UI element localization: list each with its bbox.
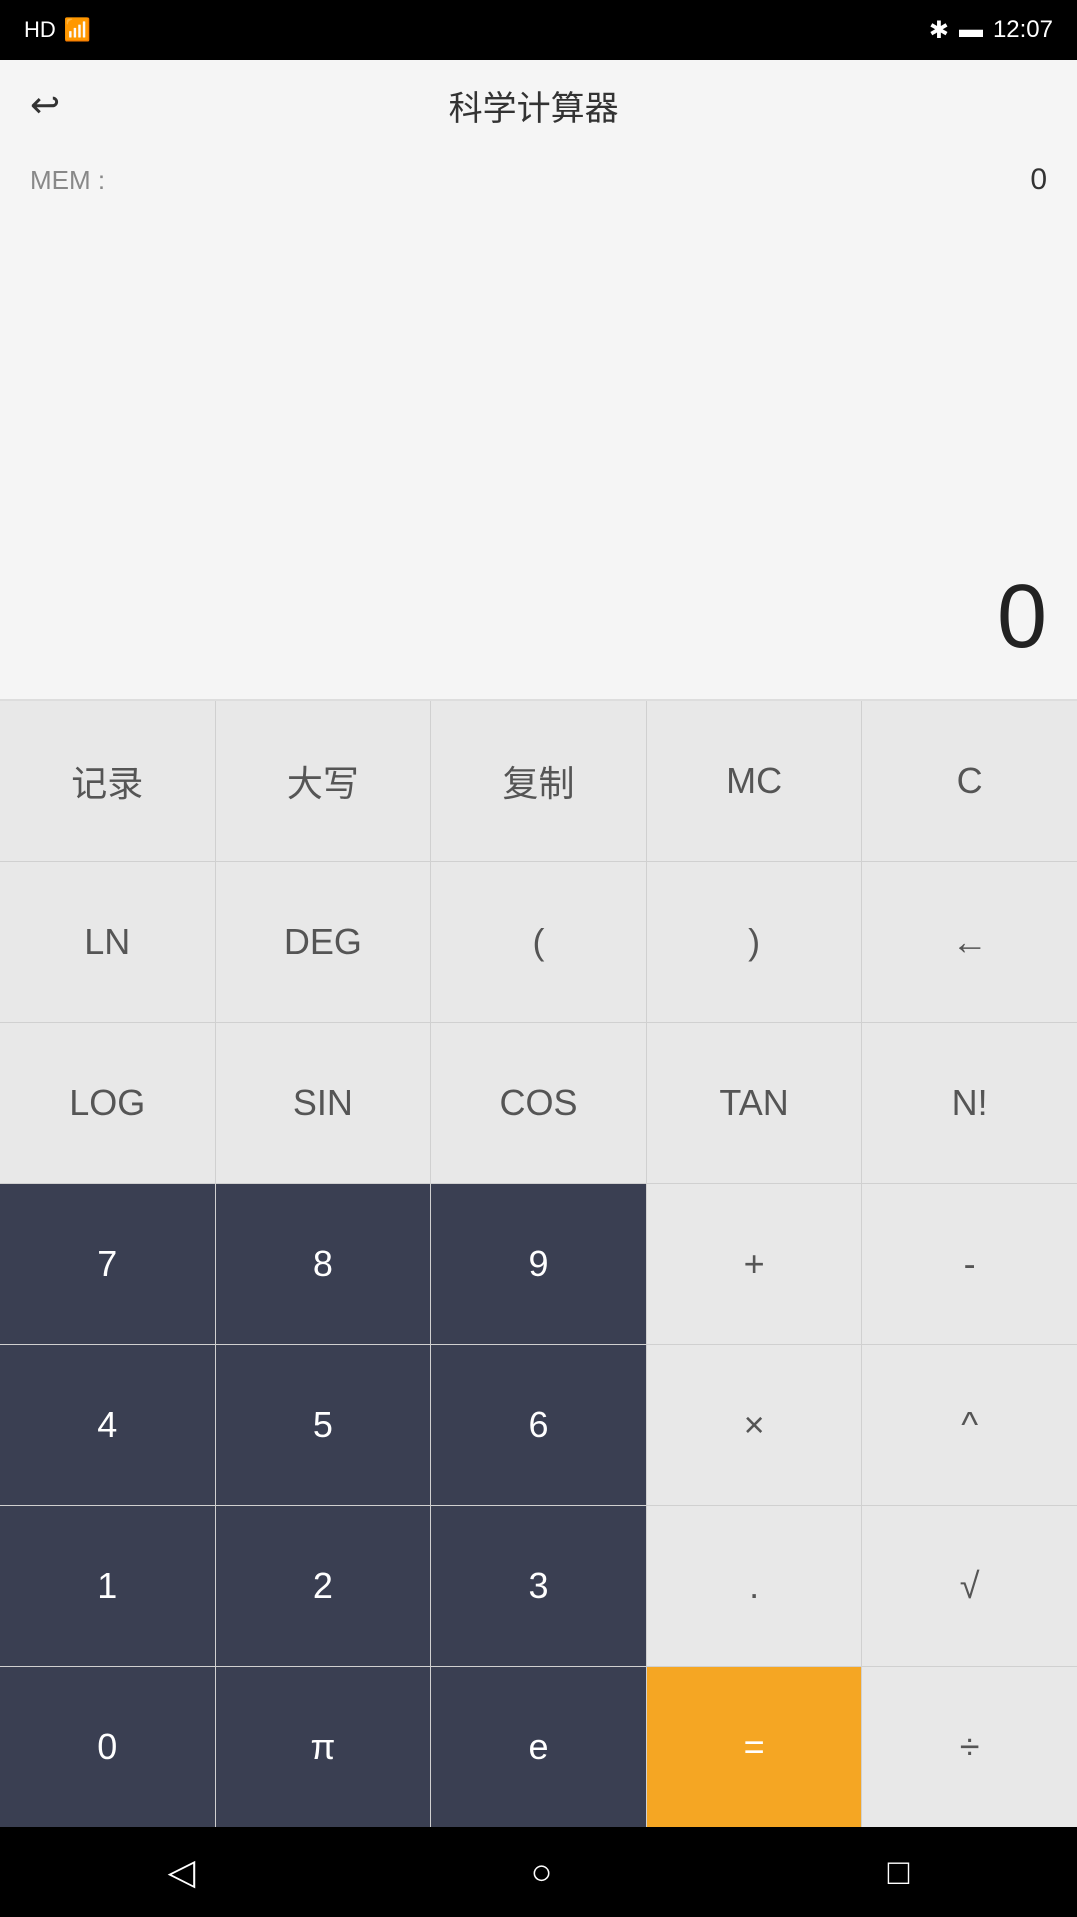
sqrt-btn[interactable]: √ [862,1506,1077,1666]
app-title: 科学计算器 [80,81,987,130]
battery-icon: ▬ [959,16,983,44]
nav-home-button[interactable]: ○ [531,1851,553,1893]
keypad-row-1: LNDEG()← [0,862,1077,1023]
nav-back-button[interactable]: ◁ [168,1851,196,1893]
right-paren-btn[interactable]: ) [647,862,863,1022]
deg-btn[interactable]: DEG [216,862,432,1022]
one-btn[interactable]: 1 [0,1506,216,1666]
status-bar: HD 📶 ✱ ▬ 12:07 [0,0,1077,60]
signal-icon: 📶 [64,17,91,43]
status-right: ✱ ▬ 12:07 [929,16,1053,45]
nav-recent-button[interactable]: □ [888,1851,910,1893]
sin-btn[interactable]: SIN [216,1023,432,1183]
clear-btn[interactable]: C [862,701,1077,861]
keypad-row-2: LOGSINCOSTANN! [0,1023,1077,1184]
memory-bar: MEM : 0 [0,150,1077,210]
minus-btn[interactable]: - [862,1184,1077,1344]
backspace-btn[interactable]: ← [862,862,1077,1022]
bluetooth-icon: ✱ [929,16,949,45]
tan-btn[interactable]: TAN [647,1023,863,1183]
divide-btn[interactable]: ÷ [862,1667,1077,1827]
five-btn[interactable]: 5 [216,1345,432,1505]
cos-btn[interactable]: COS [431,1023,647,1183]
euler-btn[interactable]: e [431,1667,647,1827]
six-btn[interactable]: 6 [431,1345,647,1505]
hd-icon: HD [24,17,56,43]
keypad-row-6: 0πe=÷ [0,1667,1077,1827]
log-btn[interactable]: LOG [0,1023,216,1183]
keypad-row-4: 456×^ [0,1345,1077,1506]
two-btn[interactable]: 2 [216,1506,432,1666]
dot-btn[interactable]: . [647,1506,863,1666]
copy-btn[interactable]: 复制 [431,701,647,861]
factorial-btn[interactable]: N! [862,1023,1077,1183]
four-btn[interactable]: 4 [0,1345,216,1505]
seven-btn[interactable]: 7 [0,1184,216,1344]
power-btn[interactable]: ^ [862,1345,1077,1505]
title-bar: ↩ 科学计算器 [0,60,1077,150]
time-display: 12:07 [993,16,1053,44]
keypad-row-0: 记录大写复制MCC [0,701,1077,862]
left-paren-btn[interactable]: ( [431,862,647,1022]
uppercase-btn[interactable]: 大写 [216,701,432,861]
main-display: 0 [0,210,1077,699]
history-btn[interactable]: 记录 [0,701,216,861]
keypad: 记录大写复制MCCLNDEG()←LOGSINCOSTANN!789+-456×… [0,699,1077,1827]
pi-btn[interactable]: π [216,1667,432,1827]
nine-btn[interactable]: 9 [431,1184,647,1344]
three-btn[interactable]: 3 [431,1506,647,1666]
mem-value: 0 [1030,163,1047,197]
multiply-btn[interactable]: × [647,1345,863,1505]
mem-label: MEM : [30,165,105,196]
mc-btn[interactable]: MC [647,701,863,861]
ln-btn[interactable]: LN [0,862,216,1022]
equals-btn[interactable]: = [647,1667,863,1827]
keypad-row-5: 123.√ [0,1506,1077,1667]
nav-bar: ◁ ○ □ [0,1827,1077,1917]
display-value: 0 [997,566,1047,669]
keypad-row-3: 789+- [0,1184,1077,1345]
zero-btn[interactable]: 0 [0,1667,216,1827]
back-button[interactable]: ↩ [30,84,60,126]
status-left: HD 📶 [24,17,91,43]
app-container: ↩ 科学计算器 MEM : 0 0 记录大写复制MCCLNDEG()←LOGSI… [0,60,1077,1827]
plus-btn[interactable]: + [647,1184,863,1344]
eight-btn[interactable]: 8 [216,1184,432,1344]
